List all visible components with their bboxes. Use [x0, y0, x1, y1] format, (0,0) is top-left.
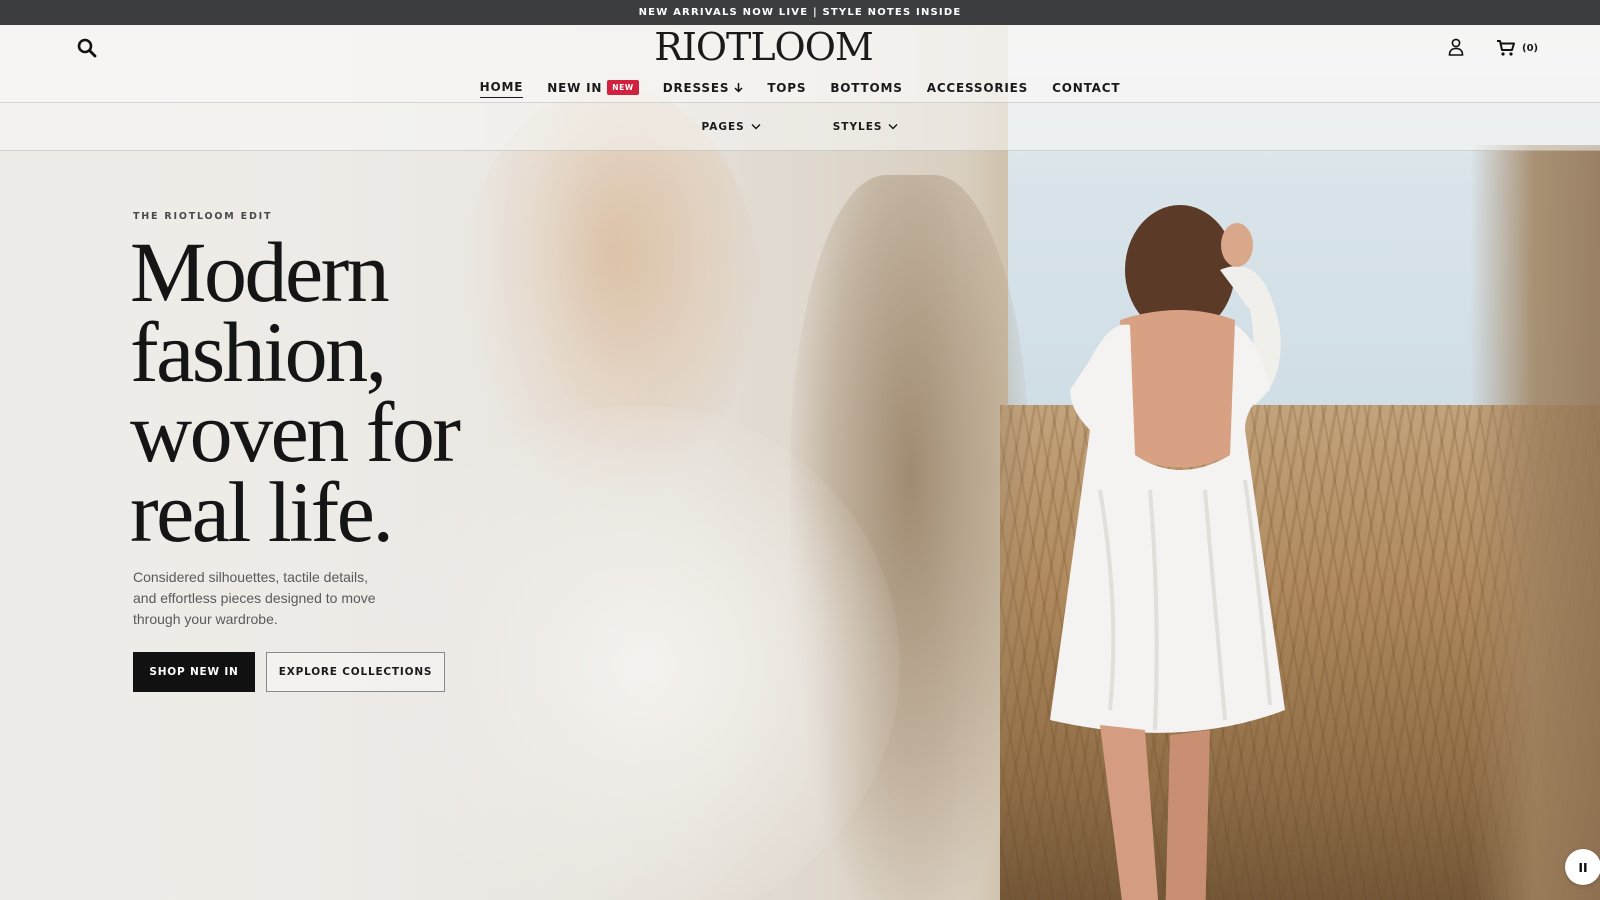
- chevron-down-icon: [751, 124, 761, 130]
- shop-new-in-button[interactable]: SHOP NEW IN: [133, 652, 255, 692]
- headline-line: real life.: [130, 464, 394, 560]
- secondary-nav: PAGES STYLES: [0, 103, 1600, 151]
- site-header: RIOTLOOM (0) HOME NEW IN NEW DRESSES TOP…: [0, 25, 1600, 103]
- subnav-item-label: STYLES: [832, 120, 883, 133]
- user-icon[interactable]: [1446, 38, 1466, 58]
- subnav-item-styles[interactable]: STYLES: [833, 121, 899, 133]
- nav-item-contact[interactable]: CONTACT: [1052, 81, 1120, 98]
- nav-item-home[interactable]: HOME: [479, 80, 524, 98]
- new-badge: NEW: [607, 80, 639, 95]
- chevron-down-icon: [888, 124, 898, 130]
- nav-item-tops[interactable]: TOPS: [767, 81, 806, 98]
- nav-item-label: CONTACT: [1052, 80, 1121, 95]
- arrow-down-icon: [734, 83, 743, 93]
- nav-item-accessories[interactable]: ACCESSORIES: [927, 81, 1028, 98]
- nav-item-label: DRESSES: [662, 80, 730, 95]
- subnav-item-label: PAGES: [701, 120, 745, 133]
- hero-subcopy: Considered silhouettes, tactile details,…: [133, 569, 376, 627]
- nav-item-label: ACCESSORIES: [926, 80, 1029, 95]
- nav-item-bottoms[interactable]: BOTTOMS: [830, 81, 902, 98]
- explore-collections-button[interactable]: EXPLORE COLLECTIONS: [266, 652, 445, 692]
- main-nav: HOME NEW IN NEW DRESSES TOPS BOTTOMS ACC…: [0, 77, 1600, 101]
- subnav-item-pages[interactable]: PAGES: [702, 121, 761, 133]
- nav-item-label: HOME: [479, 80, 524, 94]
- nav-item-label: TOPS: [767, 80, 807, 95]
- pause-icon[interactable]: [1565, 849, 1600, 885]
- headline-line: fashion,: [130, 304, 387, 400]
- site-logo[interactable]: RIOTLOOM: [0, 25, 1527, 69]
- hero-blur-right: [1470, 145, 1600, 900]
- hero-headline: Modern fashion, woven for real life.: [130, 224, 650, 560]
- nav-item-dresses[interactable]: DRESSES: [663, 81, 744, 98]
- announcement-bar: NEW ARRIVALS NOW LIVE | STYLE NOTES INSI…: [0, 0, 1600, 25]
- hero-model-figure: [1050, 205, 1285, 900]
- cart-button[interactable]: (0): [1496, 38, 1538, 58]
- cart-count: (0): [1522, 42, 1539, 54]
- nav-item-new-in[interactable]: NEW IN NEW: [547, 80, 639, 98]
- headline-line: woven for: [130, 384, 461, 480]
- nav-item-label: NEW IN: [547, 80, 603, 95]
- headline-line: Modern: [130, 224, 390, 320]
- cart-icon: [1497, 40, 1515, 56]
- nav-item-label: BOTTOMS: [830, 80, 903, 95]
- hero-eyebrow: THE RIOTLOOM EDIT: [133, 211, 273, 222]
